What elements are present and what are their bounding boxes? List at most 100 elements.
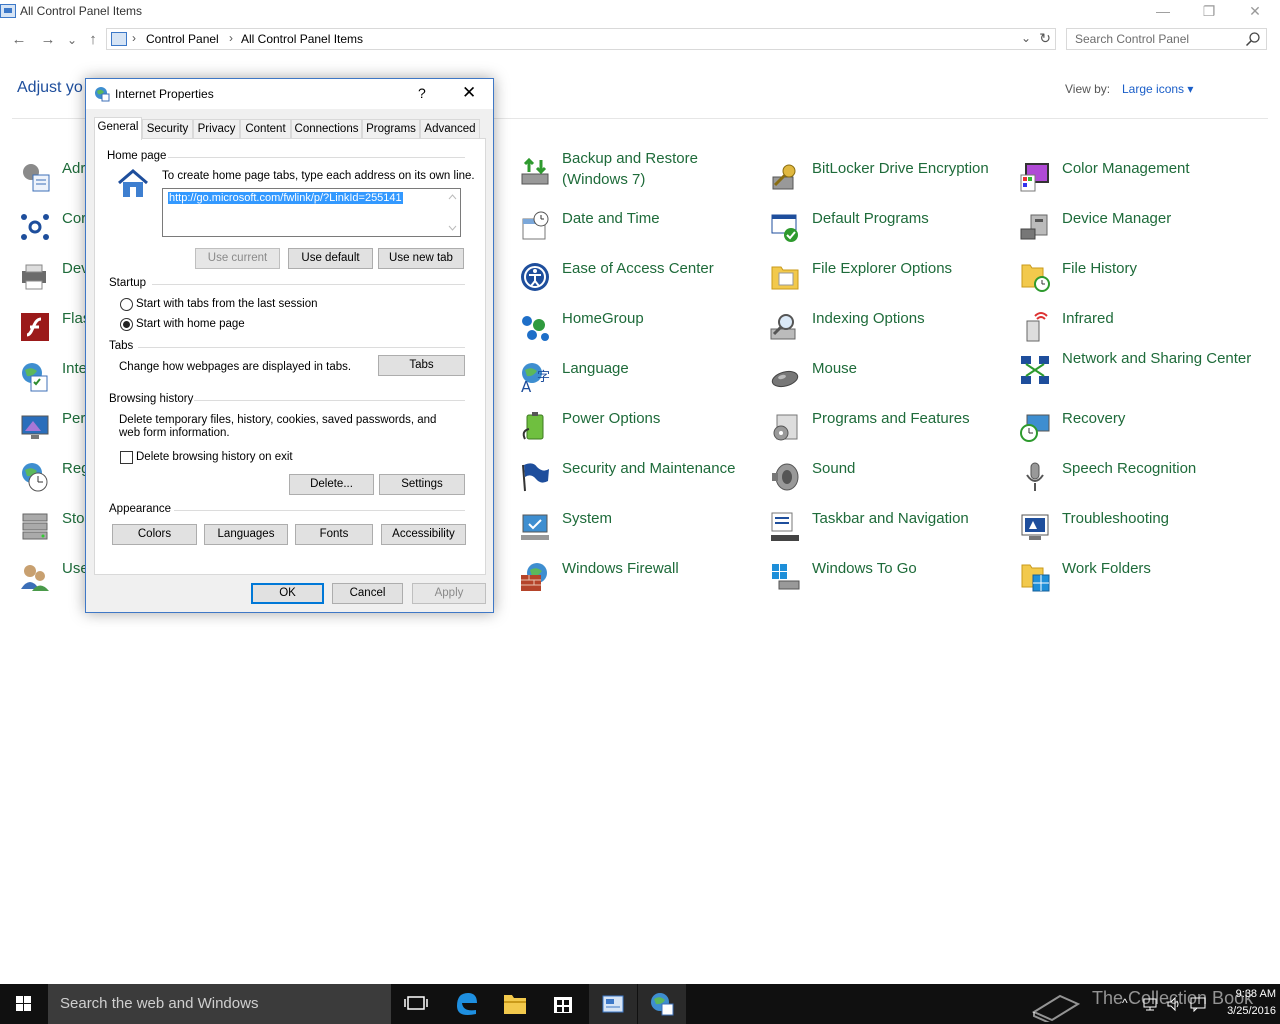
home-page-url: http://go.microsoft.com/fwlink/p/?LinkId… xyxy=(168,192,403,204)
dialog-title: Internet Properties xyxy=(115,87,214,101)
use-new-tab-button[interactable]: Use new tab xyxy=(378,248,464,269)
tab-security[interactable]: Security xyxy=(142,119,193,139)
network-sharing-icon xyxy=(1021,356,1049,384)
colors-button[interactable]: Colors xyxy=(112,524,197,545)
tab-general[interactable]: General xyxy=(94,117,142,140)
help-button[interactable]: ? xyxy=(418,85,426,101)
window-titlebar: All Control Panel Items — ❐ ✕ xyxy=(0,0,1280,24)
forward-button[interactable]: → xyxy=(38,30,58,50)
radio-last-session[interactable] xyxy=(120,298,133,311)
system-icon xyxy=(521,514,549,540)
use-default-button[interactable]: Use default xyxy=(288,248,373,269)
volume-icon[interactable] xyxy=(1166,996,1182,1012)
settings-button[interactable]: Settings xyxy=(379,474,465,495)
tabs-button[interactable]: Tabs xyxy=(378,355,465,376)
cp-item-label: File History xyxy=(1062,260,1138,277)
security-flag-icon xyxy=(522,463,549,492)
cp-item-label: Security and Maintenance xyxy=(562,460,736,477)
taskbar-clock[interactable]: 9:38 AM 3/25/2016 xyxy=(1210,986,1276,1020)
breadcrumb-control-panel[interactable]: Control Panel xyxy=(146,32,219,46)
color-gear-icon xyxy=(21,214,49,240)
task-view-icon[interactable] xyxy=(392,984,440,1024)
back-button[interactable]: ← xyxy=(9,30,29,50)
languages-button[interactable]: Languages xyxy=(204,524,288,545)
view-by-label: View by: xyxy=(1065,82,1111,96)
homegroup-icon xyxy=(522,316,549,341)
cp-item-label: Inte xyxy=(62,360,88,377)
cp-item-label: Network and Sharing Center xyxy=(1062,350,1252,367)
svg-text:A: A xyxy=(521,378,532,393)
taskbar-icon xyxy=(771,512,799,541)
cp-item-label: Ease of Access Center xyxy=(562,260,714,277)
cp-item-label: Programs and Features xyxy=(812,410,970,427)
tab-programs[interactable]: Programs xyxy=(362,119,420,139)
cp-item-label: Sto xyxy=(62,510,85,527)
default-programs-icon xyxy=(771,214,798,242)
tab-connections[interactable]: Connections xyxy=(291,119,362,139)
address-dropdown-icon[interactable]: ⌄ xyxy=(1021,31,1031,45)
cp-item-label: Sound xyxy=(812,460,856,477)
tray-chevron-icon[interactable]: ^ xyxy=(1122,996,1128,1010)
home-page-instructions: To create home page tabs, type each addr… xyxy=(162,170,475,182)
tab-privacy[interactable]: Privacy xyxy=(193,119,240,139)
cp-item-label: Indexing Options xyxy=(812,310,925,327)
window-title: All Control Panel Items xyxy=(20,4,143,18)
color-management-icon xyxy=(1020,163,1049,192)
edge-browser-icon[interactable] xyxy=(443,984,491,1024)
work-folders-icon xyxy=(1021,564,1050,592)
action-center-icon[interactable] xyxy=(1190,996,1206,1012)
group-home-page: Home page xyxy=(107,150,167,162)
control-panel-taskbar-icon[interactable] xyxy=(589,984,637,1024)
tab-advanced[interactable]: Advanced xyxy=(420,119,480,139)
home-page-textarea[interactable]: http://go.microsoft.com/fwlink/p/?LinkId… xyxy=(162,188,461,237)
fonts-button[interactable]: Fonts xyxy=(295,524,373,545)
cp-item-label: System xyxy=(562,510,613,527)
search-icon[interactable] xyxy=(1245,31,1261,47)
search-input[interactable] xyxy=(1066,28,1267,50)
watermark-book-icon xyxy=(1031,994,1081,1022)
dialog-close-button[interactable]: ✕ xyxy=(462,83,476,103)
microphone-icon xyxy=(1026,462,1044,491)
group-startup: Startup xyxy=(109,277,147,289)
view-by-dropdown[interactable]: Large icons ▾ xyxy=(1122,82,1193,96)
store-icon[interactable] xyxy=(539,984,587,1024)
textarea-scrollbar[interactable] xyxy=(445,189,460,236)
use-current-button[interactable]: Use current xyxy=(195,248,280,269)
group-divider xyxy=(138,347,465,348)
apply-button[interactable]: Apply xyxy=(412,583,486,604)
refresh-icon[interactable]: ↻ xyxy=(1039,30,1051,47)
group-divider xyxy=(174,510,465,511)
address-bar[interactable]: › Control Panel › All Control Panel Item… xyxy=(106,28,1056,50)
windows-start-icon[interactable] xyxy=(0,984,48,1024)
cp-item-label: Backup and Restore (Windows 7) xyxy=(562,150,698,188)
recent-locations-button[interactable]: ⌄ xyxy=(62,30,82,50)
troubleshooting-icon xyxy=(1021,514,1049,540)
accessibility-button[interactable]: Accessibility xyxy=(381,524,466,545)
cancel-button[interactable]: Cancel xyxy=(332,583,403,604)
delete-on-exit-checkbox[interactable] xyxy=(120,451,133,464)
cp-item-label: Default Programs xyxy=(812,210,929,227)
group-tabs: Tabs xyxy=(109,340,134,352)
minimize-button[interactable]: — xyxy=(1140,0,1186,24)
group-divider xyxy=(152,284,465,285)
breadcrumb-all-items[interactable]: All Control Panel Items xyxy=(241,32,363,46)
cp-item-label: File Explorer Options xyxy=(812,260,953,277)
radio-last-session-label: Start with tabs from the last session xyxy=(136,298,318,310)
close-button[interactable]: ✕ xyxy=(1232,0,1278,24)
tab-content[interactable]: Content xyxy=(240,119,291,139)
device-manager-icon xyxy=(1020,214,1048,240)
restore-button[interactable]: ❐ xyxy=(1186,0,1232,24)
file-explorer-icon[interactable] xyxy=(491,984,539,1024)
delete-button[interactable]: Delete... xyxy=(289,474,374,495)
internet-options-icon xyxy=(22,363,48,392)
internet-options-taskbar-icon[interactable] xyxy=(638,984,686,1024)
personalization-icon xyxy=(21,415,49,439)
ok-button[interactable]: OK xyxy=(251,583,324,604)
sound-icon xyxy=(772,463,799,491)
up-button[interactable]: ↑ xyxy=(83,30,103,50)
radio-home-page[interactable] xyxy=(120,318,133,331)
cp-item-label: Taskbar and Navigation xyxy=(812,510,969,527)
network-icon[interactable] xyxy=(1143,996,1159,1012)
taskbar-search-box[interactable]: Search the web and Windows xyxy=(48,984,391,1024)
cp-item-label: Date and Time xyxy=(562,210,660,227)
